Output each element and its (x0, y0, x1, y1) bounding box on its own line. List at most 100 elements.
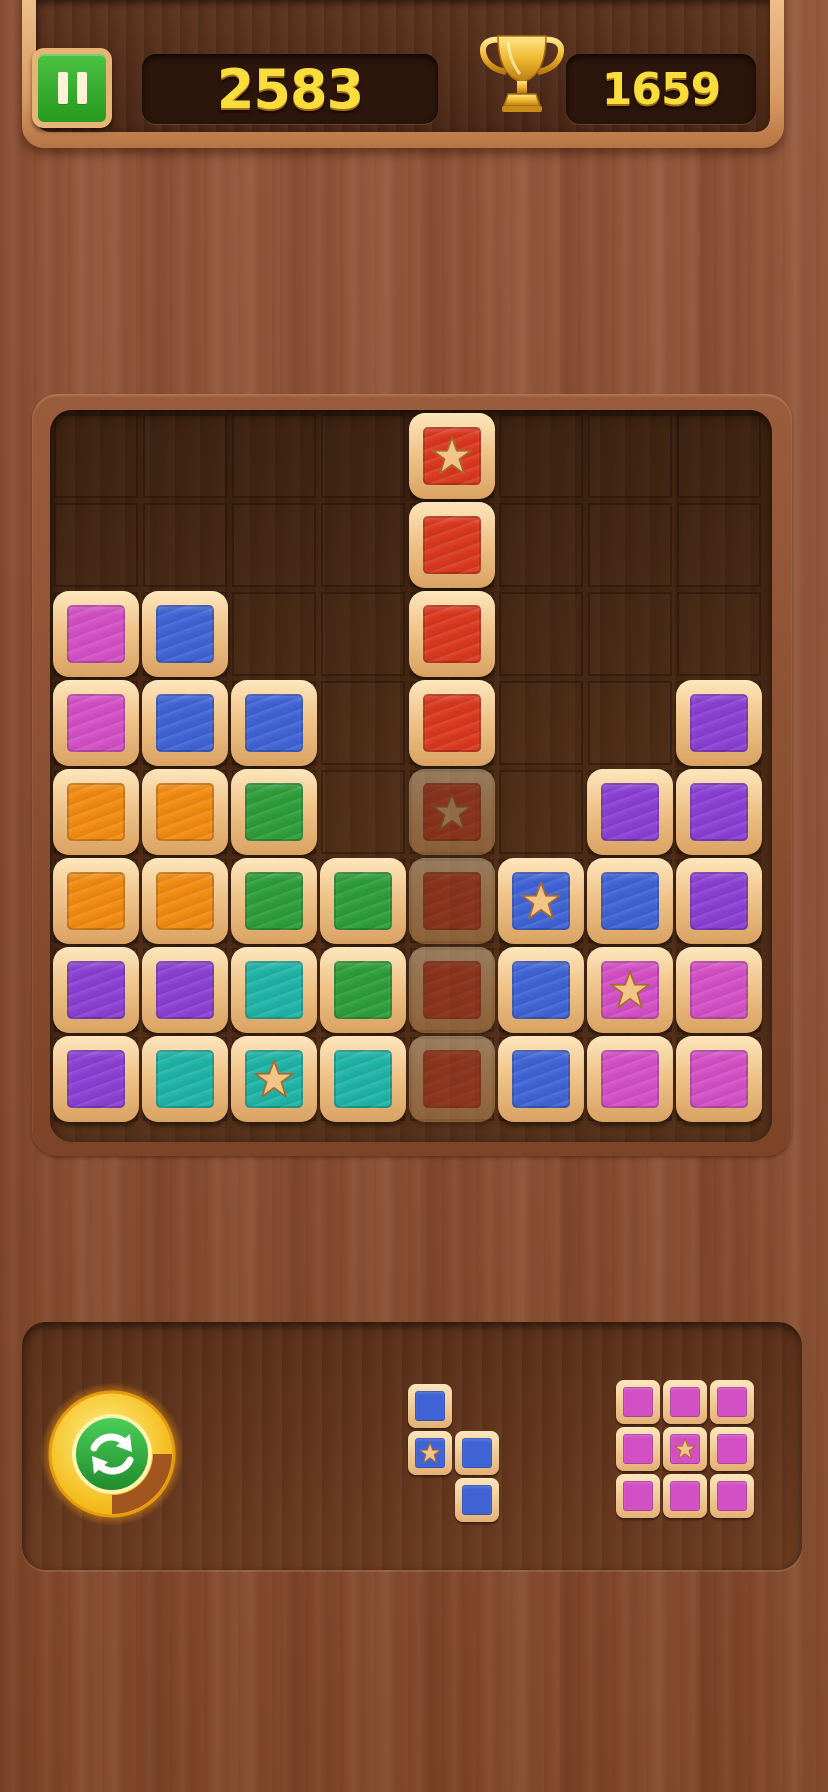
piece-block-pink (710, 1474, 754, 1518)
block-teal (320, 1036, 406, 1122)
current-score: 2583 (142, 54, 438, 124)
block-blue (498, 947, 584, 1033)
block-pink (53, 680, 139, 766)
board-cell (677, 592, 761, 676)
piece-block-pink (616, 1474, 660, 1518)
block-face (67, 872, 125, 930)
block-teal (142, 1036, 228, 1122)
block-face (670, 1387, 700, 1417)
block-face (245, 694, 303, 752)
star-icon (419, 1442, 441, 1464)
block-face (512, 961, 570, 1019)
best-score-value: 1659 (601, 63, 721, 115)
board-cell (232, 592, 316, 676)
piece-block-pink (663, 1474, 707, 1518)
board-cell (232, 503, 316, 587)
board-cell (321, 414, 405, 498)
block-face (334, 1050, 392, 1108)
block-face (512, 1050, 570, 1108)
piece-block-pink (710, 1427, 754, 1471)
block-purple (53, 947, 139, 1033)
board-cell (499, 770, 583, 854)
refresh-button[interactable] (40, 1382, 184, 1526)
block-face (245, 872, 303, 930)
block-face (156, 694, 214, 752)
block-green (320, 858, 406, 944)
game-board[interactable] (50, 410, 772, 1142)
block-face (690, 872, 748, 930)
board-cell (588, 503, 672, 587)
block-blue (587, 858, 673, 944)
block-face (156, 961, 214, 1019)
star-icon (521, 881, 561, 920)
placement-preview-block (409, 1036, 495, 1122)
current-score-value: 2583 (216, 57, 364, 121)
pause-button[interactable] (32, 48, 112, 128)
block-purple (676, 680, 762, 766)
block-red (409, 680, 495, 766)
board-cell (54, 414, 138, 498)
block-face (67, 605, 125, 663)
board-cell (321, 592, 405, 676)
block-face (423, 961, 481, 1019)
block-face (601, 1050, 659, 1108)
board-cell (143, 414, 227, 498)
block-orange (53, 858, 139, 944)
board-cell (321, 503, 405, 587)
block-teal (231, 947, 317, 1033)
block-pink (676, 947, 762, 1033)
piece-block-blue (408, 1431, 452, 1475)
block-face (423, 872, 481, 930)
board-cell (54, 503, 138, 587)
tray-piece-square-3x3[interactable] (616, 1380, 756, 1520)
block-green (231, 769, 317, 855)
board-cell (143, 503, 227, 587)
piece-block-blue (455, 1478, 499, 1522)
board-cell (588, 681, 672, 765)
block-face (670, 1481, 700, 1511)
block-pink (53, 591, 139, 677)
board-cell (321, 681, 405, 765)
star-icon (254, 1059, 294, 1098)
block-green (231, 858, 317, 944)
star-icon (674, 1438, 696, 1460)
block-blue (142, 680, 228, 766)
block-face (67, 961, 125, 1019)
piece-block-pink (616, 1380, 660, 1424)
block-face (623, 1481, 653, 1511)
block-blue (498, 1036, 584, 1122)
block-blue (498, 858, 584, 944)
tray-piece-s-shape[interactable] (408, 1384, 504, 1524)
block-red (409, 591, 495, 677)
block-red (409, 502, 495, 588)
block-face (156, 605, 214, 663)
block-orange (142, 769, 228, 855)
block-face (67, 783, 125, 841)
piece-block-pink (616, 1427, 660, 1471)
block-face (423, 605, 481, 663)
block-purple (53, 1036, 139, 1122)
placement-preview-block (409, 947, 495, 1033)
block-face (690, 1050, 748, 1108)
block-blue (142, 591, 228, 677)
block-purple (142, 947, 228, 1033)
best-score: 1659 (566, 54, 756, 124)
board-cell (321, 770, 405, 854)
board-cell (588, 592, 672, 676)
star-icon (610, 970, 650, 1009)
piece-block-blue (455, 1431, 499, 1475)
block-orange (53, 769, 139, 855)
block-face (717, 1387, 747, 1417)
block-face (67, 694, 125, 752)
block-face (601, 783, 659, 841)
block-face (717, 1481, 747, 1511)
block-face (623, 1387, 653, 1417)
block-pink (587, 947, 673, 1033)
block-face (67, 1050, 125, 1108)
board-cell (677, 503, 761, 587)
block-blue (231, 680, 317, 766)
piece-block-pink (663, 1380, 707, 1424)
block-face (334, 961, 392, 1019)
board-cell (677, 414, 761, 498)
piece-block-pink (663, 1427, 707, 1471)
